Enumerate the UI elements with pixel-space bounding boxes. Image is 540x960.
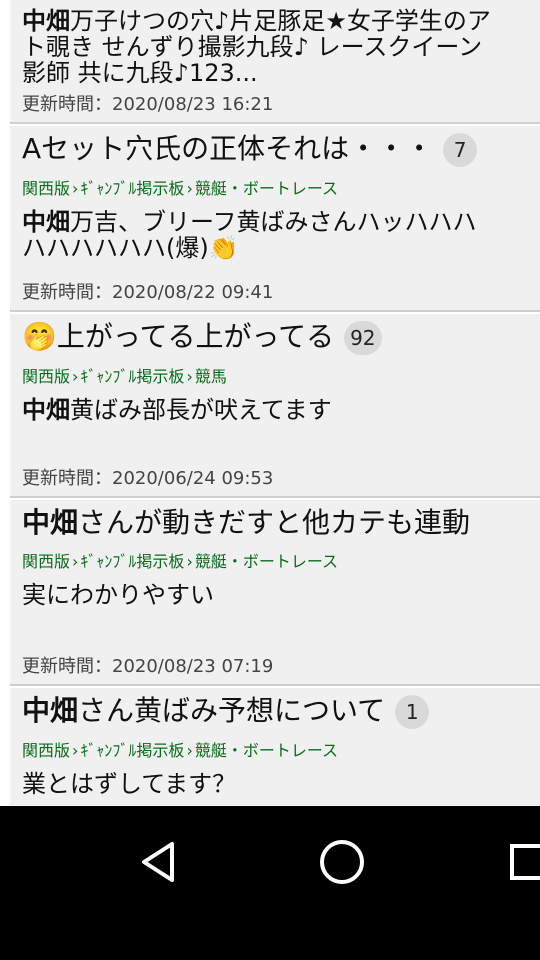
updated-time: 更新時間：2020/08/23 16:21 <box>22 94 274 115</box>
result-card[interactable]: 中畑万子けつの穴♪片足豚足★女子学生のア ト覗き せんずり撮影九段♪ レースクイ… <box>10 0 540 124</box>
breadcrumb: 関西版 › ｷﾞｬﾝﾌﾞﾙ掲示板 › 競馬 <box>22 367 227 386</box>
result-snippet: 中畑黄ばみ部長が吠えてます <box>22 397 332 423</box>
thread-title[interactable]: 中畑さん黄ばみ予想について 1 <box>22 694 528 729</box>
face-emoji-icon: 🤭 <box>22 320 57 353</box>
result-card[interactable]: 中畑さん黄ばみ予想について 1 関西版 › ｷﾞｬﾝﾌﾞﾙ掲示板 › 競艇・ボートレース … <box>10 688 540 806</box>
breadcrumb: 関西版 › ｷﾞｬﾝﾌﾞﾙ掲示板 › 競艇・ボートレース <box>22 179 339 198</box>
reply-count-badge: 1 <box>395 695 430 729</box>
home-circle-icon <box>320 840 364 884</box>
system-navigation-bar <box>0 806 540 910</box>
thread-title[interactable]: 🤭上がってる上がってる 92 <box>22 320 528 355</box>
updated-time: 更新時間：2020/06/24 09:53 <box>22 468 274 489</box>
result-card[interactable]: 中畑さんが動きだすと他カテも連動 関西版 › ｷﾞｬﾝﾌﾞﾙ掲示板 › 競艇・ボートレー… <box>10 500 540 686</box>
back-button[interactable] <box>132 834 188 890</box>
result-card[interactable]: Aセット穴氏の正体それは・・・ 7 関西版 › ｷﾞｬﾝﾌﾞﾙ掲示板 › 競艇・ボートレー… <box>10 126 540 312</box>
thread-title[interactable]: Aセット穴氏の正体それは・・・ 7 <box>22 132 528 167</box>
breadcrumb: 関西版 › ｷﾞｬﾝﾌﾞﾙ掲示板 › 競艇・ボートレース <box>22 741 339 760</box>
back-triangle-icon <box>142 842 174 882</box>
result-card[interactable]: 🤭上がってる上がってる 92 関西版 › ｷﾞｬﾝﾌﾞﾙ掲示板 › 競馬 中畑黄ばみ部長が… <box>10 314 540 498</box>
result-snippet: 業とはずしてます？ <box>22 771 237 797</box>
recents-square-icon <box>510 844 540 880</box>
thread-title[interactable]: 中畑さんが動きだすと他カテも連動 <box>22 506 528 540</box>
result-snippet: 中畑万吉、ブリーフ黄ばみさんハッハハハ ハハハハハハ(爆)👏 <box>22 209 477 261</box>
reply-count-badge: 92 <box>344 321 382 355</box>
home-button[interactable] <box>314 834 370 890</box>
reply-count-badge: 7 <box>443 133 478 167</box>
result-snippet: 実にわかりやすい <box>22 582 214 608</box>
updated-time: 更新時間：2020/08/23 07:19 <box>22 656 274 677</box>
result-snippet: 中畑万子けつの穴♪片足豚足★女子学生のア ト覗き せんずり撮影九段♪ レースクイ… <box>22 7 491 87</box>
updated-time: 更新時間：2020/08/22 09:41 <box>22 282 274 303</box>
breadcrumb: 関西版 › ｷﾞｬﾝﾌﾞﾙ掲示板 › 競艇・ボートレース <box>22 552 339 571</box>
recents-button[interactable] <box>500 834 540 890</box>
search-results-list: 中畑万子けつの穴♪片足豚足★女子学生のア ト覗き せんずり撮影九段♪ レースクイ… <box>0 0 540 806</box>
